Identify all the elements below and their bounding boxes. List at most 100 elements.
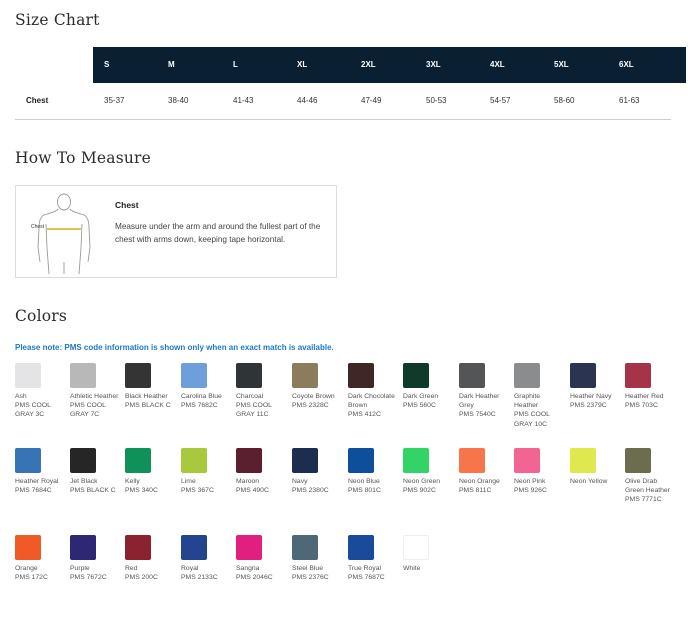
color-pms-code: PMS 926C [514, 487, 547, 495]
color-swatch-olive-drab-green-heather[interactable]: Olive Drab Green Heather PMS 7771C [625, 448, 677, 505]
color-chip[interactable] [236, 448, 262, 473]
color-chip[interactable] [236, 535, 262, 560]
color-chip[interactable] [403, 448, 429, 473]
color-name: Carolina Blue [181, 393, 222, 400]
color-chip[interactable] [403, 535, 429, 560]
color-swatch-dark-heather-grey[interactable]: Dark Heather Grey PMS 7540C [459, 363, 511, 420]
color-name: Red [125, 565, 138, 572]
color-name: Neon Yellow [570, 478, 608, 485]
color-chip[interactable] [348, 448, 374, 473]
color-label: White [403, 564, 455, 573]
color-swatch-heather-royal[interactable]: Heather Royal PMS 7684C [15, 448, 67, 495]
color-swatch-coyote-brown[interactable]: Coyote Brown PMS 2328C [292, 363, 344, 410]
color-pms-code: PMS 7672C [70, 574, 107, 582]
color-label: Neon Yellow [570, 477, 622, 486]
color-name: Neon Blue [348, 478, 380, 485]
color-chip[interactable] [459, 363, 485, 388]
color-swatch-neon-blue[interactable]: Neon Blue PMS 801C [348, 448, 400, 495]
color-name: Heather Red [625, 393, 664, 400]
color-chip[interactable] [348, 363, 374, 388]
color-pms-code: PMS 340C [125, 487, 158, 495]
color-swatch-true-royal[interactable]: True Royal PMS 7687C [348, 535, 400, 582]
color-label: Olive Drab Green Heather PMS 7771C [625, 477, 677, 505]
color-label: Navy PMS 2380C [292, 477, 344, 495]
color-chip[interactable] [15, 363, 41, 388]
color-name: Neon Orange [459, 478, 500, 485]
color-swatch-kelly[interactable]: Kelly PMS 340C [125, 448, 177, 495]
color-chip[interactable] [15, 535, 41, 560]
color-name: White [403, 565, 421, 572]
color-swatch-heather-red[interactable]: Heather Red PMS 703C [625, 363, 677, 410]
color-chip[interactable] [292, 448, 318, 473]
color-chip[interactable] [514, 448, 540, 473]
color-swatch-royal[interactable]: Royal PMS 2133C [181, 535, 233, 582]
color-chip[interactable] [292, 363, 318, 388]
color-swatch-carolina-blue[interactable]: Carolina Blue PMS 7682C [181, 363, 233, 410]
color-chip[interactable] [403, 363, 429, 388]
color-swatch-ash[interactable]: Ash PMS COOL GRAY 3C [15, 363, 67, 420]
color-swatch-grid: Ash PMS COOL GRAY 3C Athletic Heather PMS C… [0, 0, 688, 622]
color-swatch-black-heather[interactable]: Black Heather PMS BLACK C [125, 363, 177, 410]
color-chip[interactable] [70, 535, 96, 560]
color-swatch-navy[interactable]: Navy PMS 2380C [292, 448, 344, 495]
color-name: Sangria [236, 565, 260, 572]
color-swatch-neon-pink[interactable]: Neon Pink PMS 926C [514, 448, 566, 495]
color-swatch-heather-navy[interactable]: Heather Navy PMS 2379C [570, 363, 622, 410]
color-label: Dark Heather Grey PMS 7540C [459, 392, 511, 420]
color-name: Navy [292, 478, 308, 485]
color-swatch-white[interactable]: White [403, 535, 455, 573]
color-chip[interactable] [70, 448, 96, 473]
color-pms-code: PMS COOL GRAY 11C [236, 402, 272, 419]
color-chip[interactable] [570, 448, 596, 473]
color-swatch-dark-chocolate-brown[interactable]: Dark Chocolate Brown PMS 412C [348, 363, 400, 420]
color-pms-code: PMS 7687C [348, 574, 385, 582]
color-chip[interactable] [570, 363, 596, 388]
color-chip[interactable] [348, 535, 374, 560]
color-chip[interactable] [125, 448, 151, 473]
color-chip[interactable] [125, 535, 151, 560]
color-name: Orange [15, 565, 38, 572]
color-swatch-neon-yellow[interactable]: Neon Yellow [570, 448, 622, 486]
color-chip[interactable] [236, 363, 262, 388]
color-name: Steel Blue [292, 565, 323, 572]
color-chip[interactable] [625, 448, 651, 473]
color-pms-code: PMS 2046C [236, 574, 273, 582]
color-swatch-graphite-heather[interactable]: Graphite Heather PMS COOL GRAY 10C [514, 363, 566, 429]
color-chip[interactable] [125, 363, 151, 388]
color-chip[interactable] [514, 363, 540, 388]
color-swatch-orange[interactable]: Orange PMS 172C [15, 535, 67, 582]
color-swatch-dark-green[interactable]: Dark Green PMS 560C [403, 363, 455, 410]
color-chip[interactable] [459, 448, 485, 473]
color-chip[interactable] [15, 448, 41, 473]
color-label: Ash PMS COOL GRAY 3C [15, 392, 67, 420]
color-label: Maroon PMS 490C [236, 477, 288, 495]
color-swatch-sangria[interactable]: Sangria PMS 2046C [236, 535, 288, 582]
color-name: Jet Black [70, 478, 98, 485]
color-swatch-maroon[interactable]: Maroon PMS 490C [236, 448, 288, 495]
color-swatch-lime[interactable]: Lime PMS 367C [181, 448, 233, 495]
color-swatch-neon-orange[interactable]: Neon Orange PMS 811C [459, 448, 511, 495]
color-label: Heather Navy PMS 2379C [570, 392, 622, 410]
color-chip[interactable] [70, 363, 96, 388]
color-chip[interactable] [292, 535, 318, 560]
color-swatch-red[interactable]: Red PMS 200C [125, 535, 177, 582]
color-swatch-purple[interactable]: Purple PMS 7672C [70, 535, 122, 582]
color-pms-code: PMS BLACK C [125, 402, 171, 410]
color-label: Black Heather PMS BLACK C [125, 392, 177, 410]
color-chip[interactable] [181, 448, 207, 473]
color-swatch-neon-green[interactable]: Neon Green PMS 902C [403, 448, 455, 495]
color-name: Heather Royal [15, 478, 59, 485]
color-swatch-charcoal[interactable]: Charcoal PMS COOL GRAY 11C [236, 363, 288, 420]
color-chip[interactable] [625, 363, 651, 388]
color-swatch-jet-black[interactable]: Jet Black PMS BLACK C [70, 448, 122, 495]
color-name: Heather Navy [570, 393, 612, 400]
color-chip[interactable] [181, 363, 207, 388]
color-swatch-athletic-heather[interactable]: Athletic Heather PMS COOL GRAY 7C [70, 363, 122, 420]
color-name: Athletic Heather [70, 393, 119, 400]
color-name: Dark Chocolate Brown [348, 393, 395, 410]
color-chip[interactable] [181, 535, 207, 560]
color-label: Heather Red PMS 703C [625, 392, 677, 410]
color-label: Dark Chocolate Brown PMS 412C [348, 392, 400, 420]
color-swatch-steel-blue[interactable]: Steel Blue PMS 2376C [292, 535, 344, 582]
color-pms-code: PMS 200C [125, 574, 158, 582]
